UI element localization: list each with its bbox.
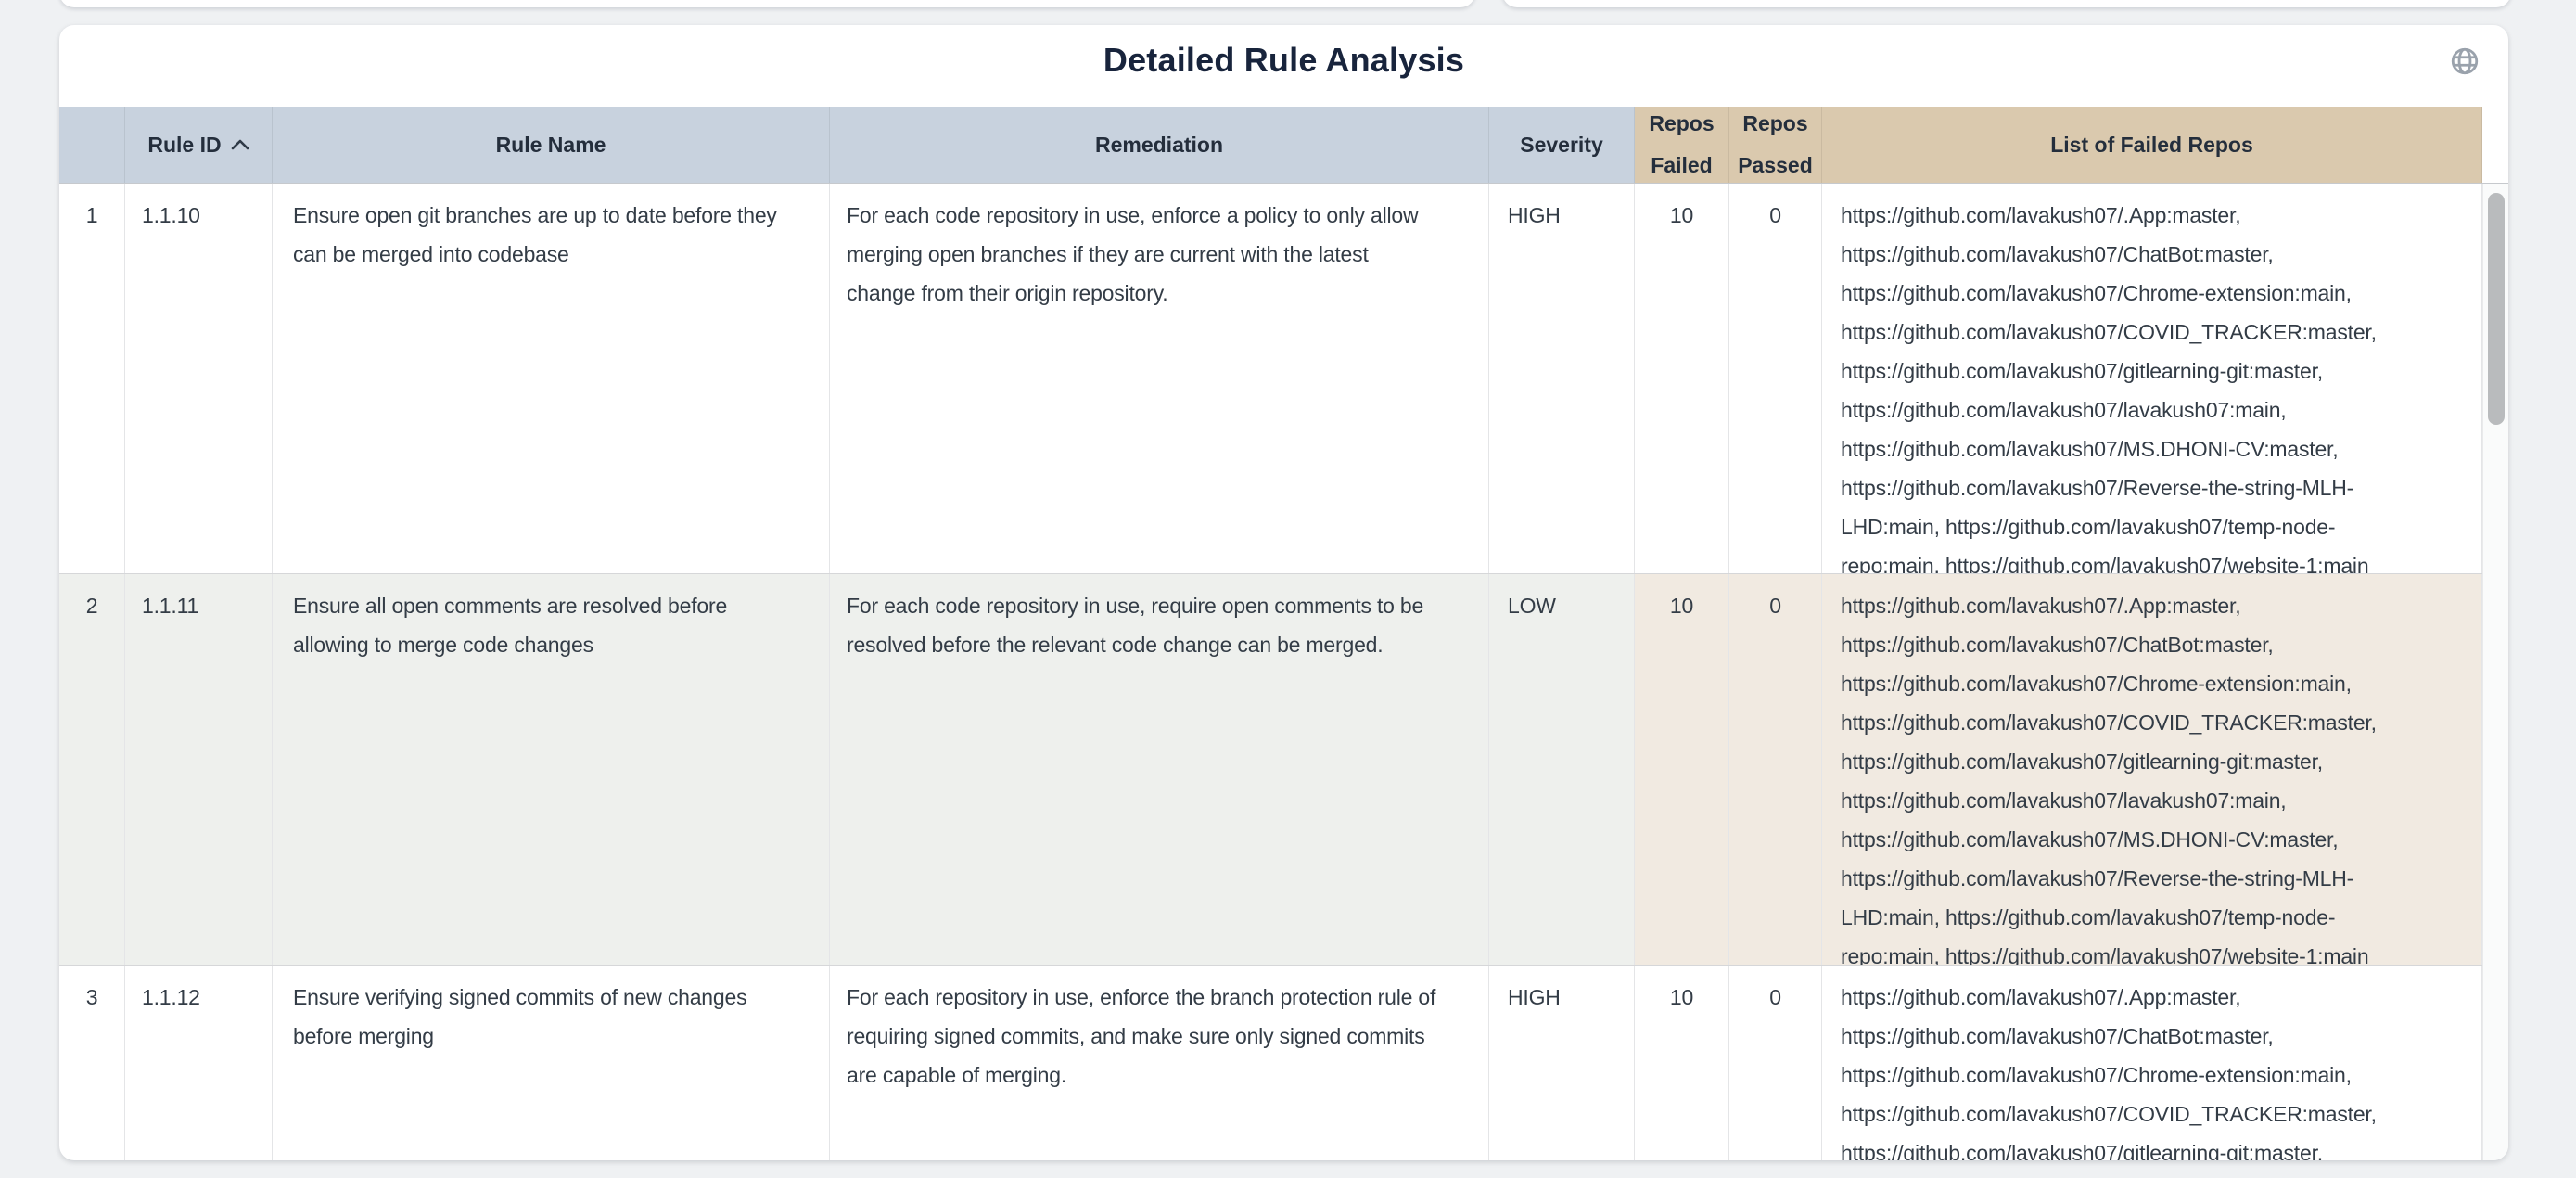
scrollbar-thumb[interactable] [2488, 193, 2505, 425]
chevron-up-icon [231, 139, 249, 150]
cell-remediation: For each code repository in use, enforce… [830, 184, 1489, 573]
rule-analysis-card: Detailed Rule Analysis Rule ID Rule Name [59, 25, 2508, 1160]
cell-severity: HIGH [1489, 184, 1635, 573]
page-title: Detailed Rule Analysis [59, 40, 2508, 81]
vertical-scrollbar[interactable] [2482, 184, 2508, 1160]
cell-row-number: 1 [59, 184, 125, 573]
top-card-right [1502, 0, 2511, 7]
cell-rule-id: 1.1.12 [125, 966, 273, 1160]
header-remediation[interactable]: Remediation [830, 107, 1489, 183]
cell-severity: HIGH [1489, 966, 1635, 1160]
header-repos-passed[interactable]: Repos Passed [1729, 107, 1822, 183]
header-severity[interactable]: Severity [1489, 107, 1635, 183]
cell-repos-passed: 0 [1729, 966, 1822, 1160]
cell-remediation: For each code repository in use, require… [830, 574, 1489, 965]
cell-failed-repos-list: https://github.com/lavakush07/.App:maste… [1822, 966, 2482, 1160]
page: Detailed Rule Analysis Rule ID Rule Name [0, 0, 2576, 1178]
table-header: Rule ID Rule Name Remediation Severity R… [59, 107, 2508, 184]
header-scrollbar-gutter [2482, 107, 2508, 183]
cell-repos-passed: 0 [1729, 184, 1822, 573]
table-body: 1 1.1.10 Ensure open git branches are up… [59, 184, 2508, 1160]
cell-failed-repos-list: https://github.com/lavakush07/.App:maste… [1822, 184, 2482, 573]
cell-rule-name: Ensure all open comments are resolved be… [273, 574, 830, 965]
cell-rule-id: 1.1.11 [125, 574, 273, 965]
cell-repos-passed: 0 [1729, 574, 1822, 965]
header-failed-repos-list[interactable]: List of Failed Repos [1822, 107, 2482, 183]
header-rule-id[interactable]: Rule ID [125, 107, 273, 183]
cell-remediation: For each repository in use, enforce the … [830, 966, 1489, 1160]
table-row: 3 1.1.12 Ensure verifying signed commits… [59, 965, 2482, 1160]
cell-repos-failed: 10 [1635, 184, 1729, 573]
header-repos-failed[interactable]: Repos Failed [1635, 107, 1729, 183]
header-rule-id-label: Rule ID [147, 124, 221, 166]
top-card-left [59, 0, 1475, 7]
cell-row-number: 3 [59, 966, 125, 1160]
cell-severity: LOW [1489, 574, 1635, 965]
header-index [59, 107, 125, 183]
cell-row-number: 2 [59, 574, 125, 965]
cell-rule-id: 1.1.10 [125, 184, 273, 573]
table-row: 1 1.1.10 Ensure open git branches are up… [59, 184, 2482, 573]
cell-failed-repos-list: https://github.com/lavakush07/.App:maste… [1822, 574, 2482, 965]
cell-repos-failed: 10 [1635, 966, 1729, 1160]
globe-icon[interactable] [2449, 45, 2480, 77]
table-row: 2 1.1.11 Ensure all open comments are re… [59, 573, 2482, 965]
cell-repos-failed: 10 [1635, 574, 1729, 965]
cell-rule-name: Ensure verifying signed commits of new c… [273, 966, 830, 1160]
cell-rule-name: Ensure open git branches are up to date … [273, 184, 830, 573]
header-rule-name[interactable]: Rule Name [273, 107, 830, 183]
